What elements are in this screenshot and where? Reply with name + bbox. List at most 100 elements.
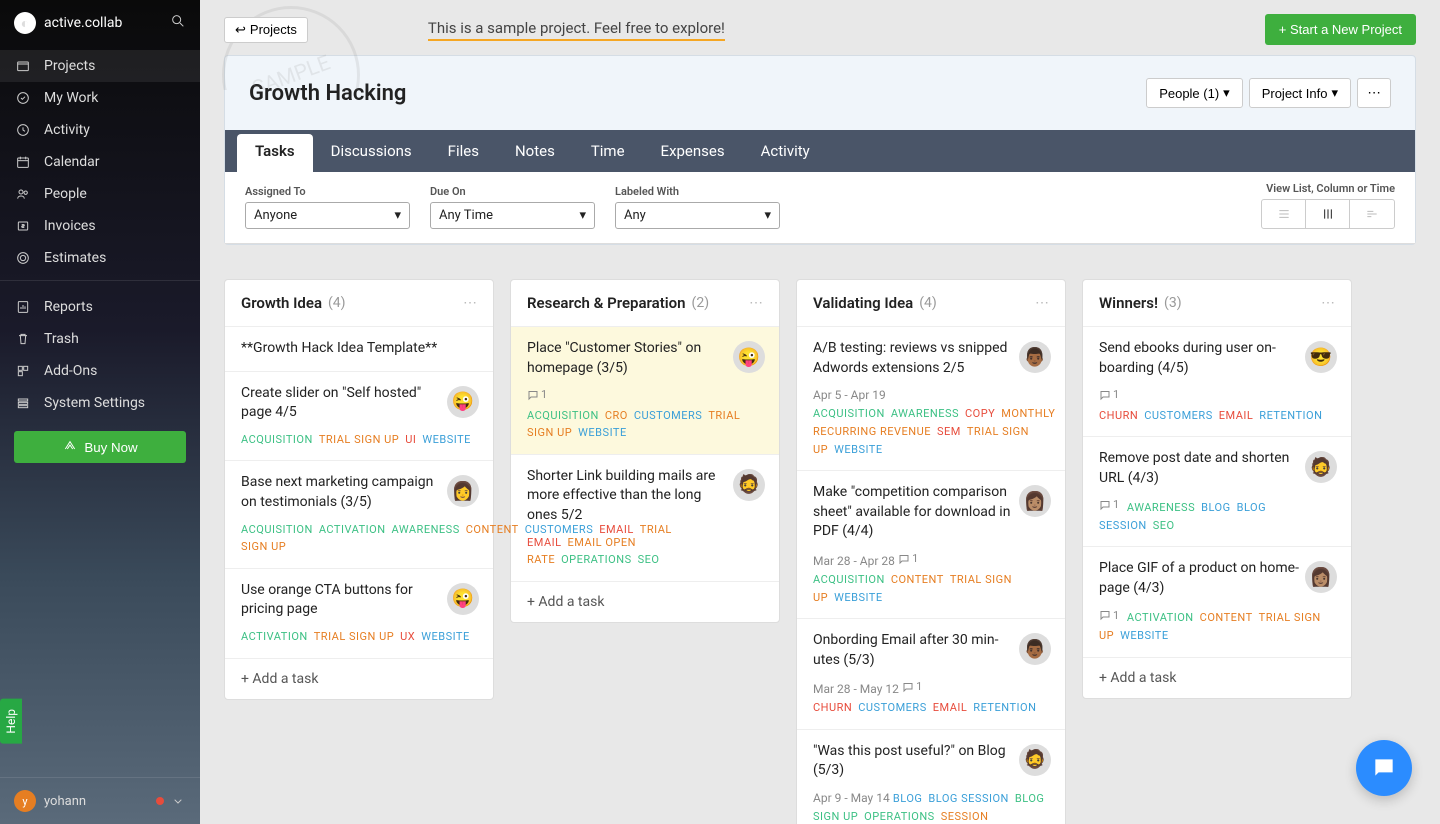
assignee-avatar: 😜 [447,583,479,615]
column-more-button[interactable]: ⋯ [1035,295,1049,311]
column-more-button[interactable]: ⋯ [749,295,763,311]
task-tag: BLOG [1201,501,1231,514]
column-count: (4) [328,295,346,311]
tab-tasks[interactable]: Tasks [237,134,313,172]
task-tag: RETENTION [973,701,1036,714]
task-card[interactable]: Place GIF of a product on home-page (4/3… [1083,547,1351,657]
notification-dot [156,797,164,805]
task-card[interactable]: Remove post date and shorten URL (4/3)🧔 … [1083,437,1351,547]
tab-time[interactable]: Time [573,130,643,172]
labeled-with-select[interactable]: Any▾ [615,202,780,229]
assigned-to-select[interactable]: Anyone▾ [245,202,410,229]
sidebar-item-activity[interactable]: Activity [0,114,200,146]
tab-files[interactable]: Files [430,130,497,172]
column-count: (2) [692,295,710,311]
task-tag: OPERATIONS [561,553,632,566]
chevron-down-icon: ▾ [764,208,771,223]
chevron-down-icon: ▾ [1331,85,1338,101]
tab-discussions[interactable]: Discussions [313,130,430,172]
task-title: A/B testing: reviews vs snipped Adwords … [813,339,1049,378]
assignee-avatar: 😜 [733,341,765,373]
task-card[interactable]: Base next marketing campaign on testimon… [225,461,493,568]
task-card[interactable]: Shorter Link building mails are more eff… [511,455,779,582]
task-card[interactable]: **Growth Hack Idea Template** [225,327,493,372]
help-tab[interactable]: Help [0,699,22,744]
comment-count: 1 [1099,607,1120,625]
start-new-project-button[interactable]: + Start a New Project [1265,14,1416,45]
comment-count: 1 [527,386,548,404]
column-research-preparation: Research & Preparation (2) ⋯ Place "Custome… [510,279,780,623]
add-task-button[interactable]: + Add a task [1083,658,1351,698]
column-title: Validating Idea [813,294,913,312]
assigned-to-label: Assigned To [245,185,410,198]
sidebar-item-calendar[interactable]: Calendar [0,146,200,178]
sidebar-item-system-settings[interactable]: System Settings [0,387,200,419]
sidebar-item-invoices[interactable]: Invoices [0,210,200,242]
sidebar-item-label: Activity [44,122,90,138]
column-more-button[interactable]: ⋯ [1321,295,1335,311]
task-tag: ACQUISITION [241,433,313,446]
projects-breadcrumb-button[interactable]: ↩ Projects [224,17,308,43]
task-tag: WEBSITE [578,426,627,439]
column-growth-idea: Growth Idea (4) ⋯ **Growth Hack Idea Templa… [224,279,494,700]
tab-activity[interactable]: Activity [743,130,828,172]
task-meta: EMAILEMAIL OPEN RATEOPERATIONSSEO [527,534,763,569]
task-title: Place GIF of a product on home-page (4/3… [1099,559,1335,598]
task-tag: BLOG [893,792,923,805]
task-card[interactable]: "Was this post useful?" on Blog (5/3)🧔Ap… [797,730,1065,824]
task-meta: ACQUISITIONACTIVATIONAWARENESSCONTENTCUS… [241,521,477,556]
task-tag: ACQUISITION [813,573,885,586]
task-card[interactable]: Use orange CTA buttons for pricing page😜… [225,569,493,659]
buy-now-button[interactable]: Buy Now [14,431,186,463]
task-card[interactable]: Create slider on "Self hosted" page 4/5😜… [225,372,493,462]
task-tag: OPERATIONS [864,810,935,823]
view-timeline-button[interactable] [1350,200,1394,228]
sidebar-item-my-work[interactable]: My Work [0,82,200,114]
due-on-select[interactable]: Any Time▾ [430,202,595,229]
sidebar-item-estimates[interactable]: Estimates [0,242,200,274]
comment-count: 1 [1099,386,1120,404]
view-list-button[interactable] [1262,200,1306,228]
project-info-dropdown[interactable]: Project Info ▾ [1249,78,1351,108]
sidebar-item-trash[interactable]: Trash [0,323,200,355]
sidebar-item-projects[interactable]: Projects [0,50,200,82]
view-column-button[interactable] [1306,200,1350,228]
sidebar-item-reports[interactable]: Reports [0,291,200,323]
report-icon [14,299,32,315]
sidebar-item-add-ons[interactable]: Add-Ons [0,355,200,387]
add-task-button[interactable]: + Add a task [511,582,779,622]
target-icon [14,250,32,266]
project-tabs: TasksDiscussionsFilesNotesTimeExpensesAc… [225,130,1415,172]
add-task-button[interactable]: + Add a task [225,659,493,699]
chat-fab[interactable] [1356,740,1412,796]
task-card[interactable]: A/B testing: reviews vs snipped Adwords … [797,327,1065,471]
task-title: **Growth Hack Idea Template** [241,339,477,359]
task-meta: 1 ACQUISITIONCROCUSTOMERSTRIAL SIGN UPWE… [527,386,763,442]
tab-expenses[interactable]: Expenses [643,130,743,172]
task-card[interactable]: Onbording Email after 30 min­utes (5/3)👨… [797,619,1065,730]
task-date: Apr 5 - Apr 19 [813,388,886,402]
task-tag: UI [405,433,416,446]
tab-notes[interactable]: Notes [497,130,573,172]
column-title: Research & Preparation [527,294,686,312]
task-tag: CUSTOMERS [1144,409,1212,422]
task-card[interactable]: Make "competition comparison sheet" avai… [797,471,1065,619]
search-icon[interactable] [170,13,186,33]
dollar-icon [14,218,32,234]
task-title: Send ebooks during user on-boarding (4/5… [1099,339,1335,378]
task-tag: CHURN [1099,409,1138,422]
task-tag: CONTENT [1200,611,1253,624]
user-menu[interactable]: y yohann [0,777,200,824]
task-title: Make "competition comparison sheet" avai… [813,483,1049,542]
sidebar-item-people[interactable]: People [0,178,200,210]
task-card[interactable]: Send ebooks during user on-boarding (4/5… [1083,327,1351,437]
task-tag: WEBSITE [1120,629,1169,642]
column-title: Growth Idea [241,294,322,312]
people-dropdown[interactable]: People (1) ▾ [1146,78,1243,108]
column-more-button[interactable]: ⋯ [463,295,477,311]
task-card[interactable]: Place "Customer Stories" on homepage (3/… [511,327,779,455]
task-tag: RETENTION [1259,409,1322,422]
folder-icon [14,58,32,74]
project-more-button[interactable]: ⋯ [1357,78,1391,108]
view-switch [1261,199,1395,229]
